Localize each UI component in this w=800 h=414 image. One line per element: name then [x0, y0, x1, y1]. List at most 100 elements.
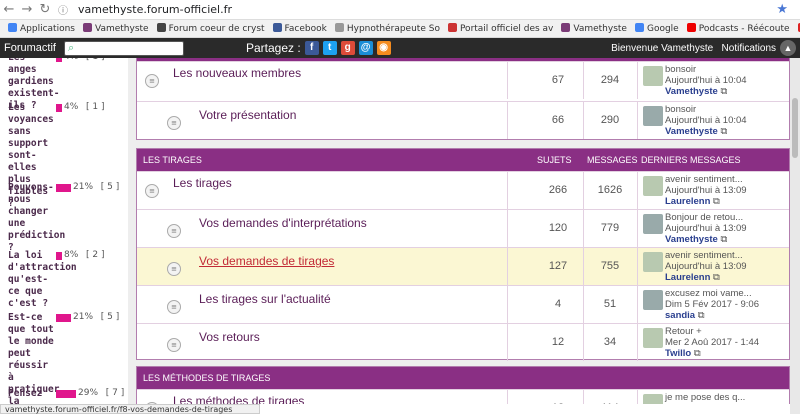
divider: [637, 324, 638, 361]
last-post-title[interactable]: Bonjour de retou...: [665, 212, 743, 223]
forumactif-logo[interactable]: Forumactif: [4, 42, 56, 54]
divider: [583, 324, 584, 361]
google-plus-icon[interactable]: g: [340, 41, 355, 55]
last-post[interactable]: Bonjour de retou... Aujourd'hui à 13:09 Va…: [665, 212, 747, 245]
poll-percent: 21%: [73, 182, 94, 192]
bookmark-label: Forum coeur de cryst: [168, 24, 265, 34]
last-post[interactable]: avenir sentiment... Aujourd'hui à 13:09 La…: [665, 174, 747, 207]
bookmark-label: Facebook: [284, 24, 327, 34]
last-post-title[interactable]: excusez moi vame...: [665, 288, 752, 299]
rss-icon[interactable]: ◉: [376, 41, 391, 55]
scrollbar[interactable]: [790, 58, 800, 414]
email-icon[interactable]: @: [358, 41, 373, 55]
twitter-icon[interactable]: t: [322, 41, 337, 55]
col-last: DERNIERS MESSAGES: [641, 155, 741, 165]
last-post[interactable]: Retour + Mer 2 Aoû 2017 - 1:44 Twillo ⧉: [665, 326, 759, 359]
url-text[interactable]: vamethyste.forum-officiel.fr: [78, 3, 232, 16]
back-icon[interactable]: ←: [0, 2, 18, 17]
poll-option-text: La loi d'attraction qu'est-ce que c'est …: [8, 250, 77, 309]
posts-count: 114: [585, 402, 635, 404]
reload-icon[interactable]: ↻: [36, 2, 54, 17]
last-post-author[interactable]: Laurelenn: [665, 272, 710, 283]
bookmark-item[interactable]: Vamethyste: [82, 20, 149, 37]
bookmark-icon: [561, 23, 571, 32]
last-post[interactable]: avenir sentiment... Aujourd'hui à 13:09 La…: [665, 250, 747, 283]
forum-row: ≡ Les nouveaux membres 67 294 bonsoir Aujourd…: [137, 61, 789, 99]
forum-link[interactable]: Les méthodes de tirages: [173, 394, 304, 404]
search-input[interactable]: ⌕: [63, 40, 184, 56]
posts-count: 294: [600, 74, 620, 86]
forum-link[interactable]: Les tirages sur l'actualité: [199, 292, 331, 306]
welcome-link[interactable]: Bienvenue Vamethyste: [611, 43, 713, 54]
avatar[interactable]: [643, 66, 663, 86]
divider: [507, 286, 508, 323]
last-post-author[interactable]: Vamethyste: [665, 126, 718, 137]
bookmarks-bar: Applications Vamethyste Forum coeur de cry…: [0, 20, 800, 38]
last-post[interactable]: bonsoir Aujourd'hui à 10:04 Vamethyste ⧉: [665, 104, 747, 137]
last-post[interactable]: bonsoir Aujourd'hui à 10:04 Vamethyste ⧉: [665, 64, 747, 97]
scroll-thumb[interactable]: [792, 98, 798, 158]
poll-bar: [56, 314, 71, 322]
divider: [507, 172, 508, 209]
bookmark-item[interactable]: Podcasts - Réécoute: [686, 20, 790, 37]
last-post-title[interactable]: Retour +: [665, 326, 702, 337]
bookmark-item[interactable]: Hypnothérapeute So: [334, 20, 440, 37]
avatar[interactable]: [643, 176, 663, 196]
bookmark-icon: [686, 23, 696, 32]
bookmark-item[interactable]: Portail officiel des av: [447, 20, 553, 37]
topics-count: 4: [554, 298, 562, 310]
forum-link[interactable]: Les tirages: [173, 176, 232, 190]
poll-option: La loi d'attraction qu'est-ce que c'est …: [8, 250, 126, 310]
last-post-title[interactable]: avenir sentiment...: [665, 250, 743, 261]
last-post-date: Mer 2 Aoû 2017 - 1:44: [665, 337, 760, 348]
last-post-title[interactable]: avenir sentiment...: [665, 174, 743, 185]
last-post-title[interactable]: bonsoir: [665, 64, 696, 75]
topics-count: 266: [548, 184, 568, 196]
last-post-date: Aujourd'hui à 13:09: [665, 185, 747, 196]
last-post-author[interactable]: Laurelenn: [665, 196, 710, 207]
last-post-title[interactable]: je me pose des q...: [665, 392, 745, 403]
bookmark-item[interactable]: Applications: [8, 20, 75, 37]
bookmark-item[interactable]: Forum coeur de cryst: [156, 20, 265, 37]
last-post[interactable]: excusez moi vame... Dim 5 Fév 2017 - 9:06…: [665, 288, 759, 321]
bookmark-item[interactable]: Vamethyste: [561, 20, 627, 37]
forum-link[interactable]: Les nouveaux membres: [173, 66, 301, 80]
avatar[interactable]: [643, 394, 663, 404]
avatar[interactable]: [643, 328, 663, 348]
col-sujets: SUJETS: [537, 155, 572, 165]
bookmark-icon: [8, 23, 17, 32]
topics-count: 12: [551, 336, 565, 348]
bookmark-icon: [634, 23, 644, 32]
forum-link[interactable]: Vos demandes d'interprétations: [199, 216, 367, 230]
forward-icon[interactable]: →: [18, 2, 36, 17]
avatar[interactable]: [643, 106, 663, 126]
divider: [637, 248, 638, 285]
forum-status-icon: ≡: [167, 224, 181, 238]
bookmark-item[interactable]: Facebook: [272, 20, 327, 37]
info-icon[interactable]: ⓘ: [54, 2, 72, 17]
topics-count: 120: [548, 222, 568, 234]
last-post-author[interactable]: Twillo: [665, 348, 691, 359]
topics-count: 13: [533, 402, 583, 404]
address-bar[interactable]: ← → ↻ ⓘ vamethyste.forum-officiel.fr ★: [0, 0, 800, 20]
forum-link[interactable]: Vos retours: [199, 330, 260, 344]
last-post-title[interactable]: bonsoir: [665, 104, 696, 115]
last-post[interactable]: je me pose des q...Mar 29 Aoû 2017 - 13:…: [665, 392, 770, 404]
poll-option: Pouvons-nous changer une prédiction ? 21%…: [8, 182, 126, 254]
last-post-author[interactable]: sandia: [665, 310, 695, 321]
notifications-link[interactable]: Notifications: [722, 43, 776, 54]
avatar[interactable]: [643, 252, 663, 272]
bookmark-icon: [82, 23, 92, 32]
facebook-icon[interactable]: f: [304, 41, 319, 55]
avatar[interactable]: [643, 214, 663, 234]
last-post-author[interactable]: Vamethyste: [665, 86, 718, 97]
scroll-top-icon[interactable]: ▲: [780, 40, 796, 56]
star-icon[interactable]: ★: [776, 2, 788, 17]
divider: [583, 286, 584, 323]
forum-link[interactable]: Vos demandes de tirages: [199, 254, 334, 268]
bookmark-item[interactable]: Google: [634, 20, 679, 37]
forum-link[interactable]: Votre présentation: [199, 108, 296, 122]
last-post-author[interactable]: Vamethyste: [665, 234, 718, 245]
poll-bar: [56, 252, 62, 260]
avatar[interactable]: [643, 290, 663, 310]
